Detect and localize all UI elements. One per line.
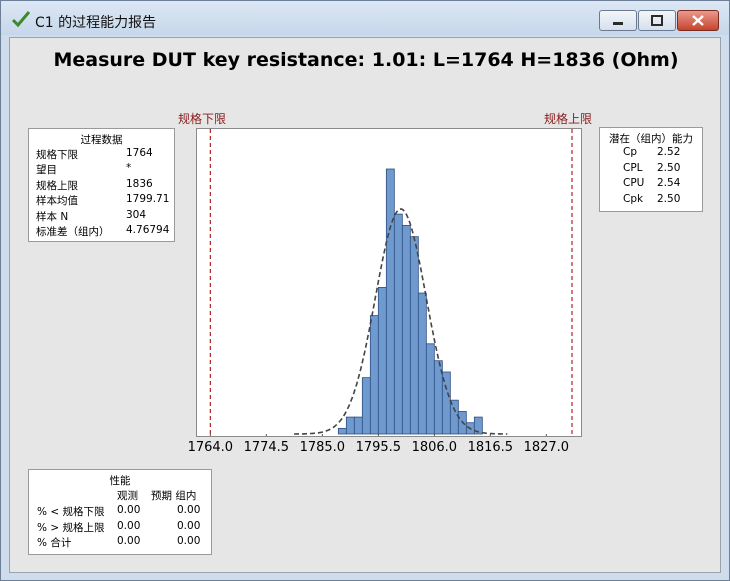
capability-label: CPL bbox=[623, 162, 643, 174]
histogram-bar bbox=[417, 292, 427, 435]
capability-value: 2.52 bbox=[657, 146, 681, 158]
process-data-label: 规格下限 bbox=[36, 149, 78, 161]
minimize-icon bbox=[613, 22, 623, 25]
x-tick-label: 1827.0 bbox=[523, 440, 570, 455]
histogram-bar bbox=[369, 315, 379, 435]
capability-value: 2.50 bbox=[657, 193, 681, 205]
process-data-label: 望目 bbox=[36, 164, 57, 176]
histogram-bar bbox=[345, 416, 355, 435]
check-icon bbox=[11, 10, 31, 28]
x-tick-label: 1785.0 bbox=[299, 440, 346, 455]
performance-label: % > 规格上限 bbox=[37, 522, 105, 534]
x-tick-label: 1764.0 bbox=[187, 440, 234, 455]
performance-panel: 性能 观测 预期 组内 % < 规格下限 0.00 0.00 % > 规格上限 … bbox=[28, 469, 212, 555]
maximize-icon bbox=[651, 15, 663, 26]
process-data-label: 样本均值 bbox=[36, 195, 78, 207]
performance-expected: 0.00 bbox=[177, 535, 201, 547]
process-data-label: 样本 N bbox=[36, 211, 69, 223]
performance-expected: 0.00 bbox=[177, 504, 201, 516]
performance-observed: 0.00 bbox=[117, 535, 141, 547]
histogram-chart bbox=[209, 129, 573, 436]
performance-label: % < 规格下限 bbox=[37, 506, 105, 518]
histogram-bar bbox=[377, 287, 387, 435]
report-window: C1 的过程能力报告 Measure DUT key resistance: 1… bbox=[0, 0, 730, 581]
x-tick-label: 1816.5 bbox=[467, 440, 514, 455]
performance-expected: 0.00 bbox=[177, 520, 201, 532]
process-data-header: 过程数据 bbox=[80, 134, 123, 146]
histogram-bar bbox=[337, 427, 347, 435]
lsl-label: 规格下限 bbox=[178, 112, 227, 126]
performance-observed: 0.00 bbox=[117, 504, 141, 516]
minimize-button[interactable] bbox=[599, 10, 637, 31]
x-tick-label: 1795.5 bbox=[355, 440, 402, 455]
process-data-label: 规格上限 bbox=[36, 180, 78, 192]
process-data-panel: 过程数据 规格下限 1764 望目 * 规格上限 1836 样本均值 1799.… bbox=[28, 128, 175, 242]
histogram-bar bbox=[353, 416, 363, 435]
x-tick-label: 1806.0 bbox=[411, 440, 458, 455]
performance-observed: 0.00 bbox=[117, 520, 141, 532]
histogram-bar bbox=[409, 236, 419, 435]
x-tick-label: 1774.5 bbox=[243, 440, 290, 455]
histogram-bar bbox=[393, 213, 403, 435]
process-data-value: 1764 bbox=[126, 147, 153, 159]
histogram-bar bbox=[449, 399, 459, 435]
capability-panel: 潜在（组内）能力 Cp 2.52 CPL 2.50 CPU 2.54 Cpk 2… bbox=[599, 127, 703, 212]
histogram-bar bbox=[385, 168, 395, 435]
performance-header: 性能 bbox=[109, 475, 131, 487]
capability-label: Cpk bbox=[623, 193, 644, 205]
process-data-value: * bbox=[126, 162, 132, 174]
capability-value: 2.54 bbox=[657, 177, 681, 189]
performance-col-expected: 预期 组内 bbox=[151, 490, 197, 502]
capability-label: Cp bbox=[623, 146, 637, 158]
process-data-value: 1799.71 bbox=[126, 193, 170, 205]
close-icon bbox=[692, 15, 704, 26]
histogram-bar bbox=[425, 343, 435, 435]
process-data-value: 304 bbox=[126, 209, 147, 221]
process-data-label: 标准差（组内） bbox=[36, 226, 110, 238]
maximize-button[interactable] bbox=[638, 10, 676, 31]
report-title: Measure DUT key resistance: 1.01: L=1764… bbox=[53, 49, 679, 71]
performance-col-observed: 观测 bbox=[117, 490, 138, 502]
title-bar[interactable]: C1 的过程能力报告 bbox=[1, 1, 729, 35]
process-data-value: 1836 bbox=[126, 178, 153, 190]
histogram-bar bbox=[401, 224, 411, 435]
usl-label: 规格上限 bbox=[544, 112, 593, 126]
window-title: C1 的过程能力报告 bbox=[35, 15, 157, 31]
process-data-value: 4.76794 bbox=[126, 224, 170, 236]
capability-header: 潜在（组内）能力 bbox=[609, 133, 693, 145]
histogram-plot-area bbox=[196, 128, 582, 437]
report-canvas: Measure DUT key resistance: 1.01: L=1764… bbox=[9, 37, 721, 573]
capability-label: CPU bbox=[623, 177, 645, 189]
close-button[interactable] bbox=[677, 10, 719, 31]
histogram-bar bbox=[361, 377, 371, 435]
performance-label: % 合计 bbox=[37, 537, 72, 549]
capability-value: 2.50 bbox=[657, 162, 681, 174]
